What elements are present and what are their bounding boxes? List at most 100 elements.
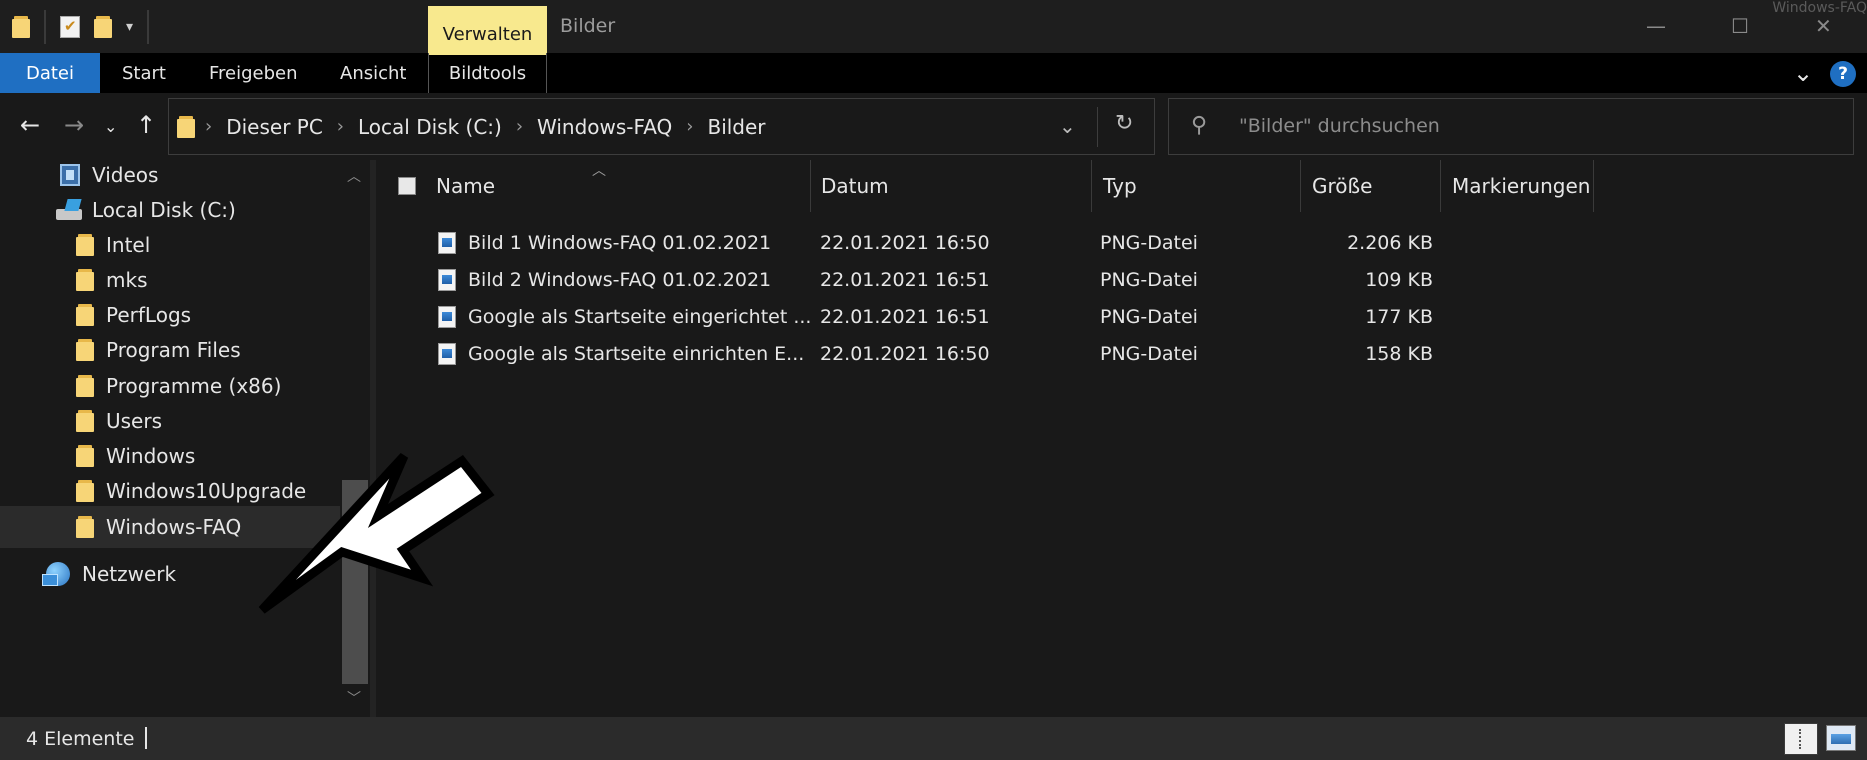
- folder-icon: [76, 339, 94, 361]
- status-bar: 4 Elemente: [0, 717, 1867, 760]
- recent-locations-chevron-icon[interactable]: ⌄: [104, 117, 117, 136]
- column-header-tags[interactable]: Markierungen: [1441, 160, 1594, 212]
- folder-icon: [76, 304, 94, 326]
- file-name-cell: Bild 1 Windows-FAQ 01.02.2021: [438, 224, 818, 261]
- scroll-down-chevron-icon[interactable]: ﹀: [347, 688, 361, 708]
- drive-icon: [56, 199, 84, 221]
- up-arrow-icon[interactable]: ↑: [136, 111, 156, 139]
- file-name: Google als Startseite eingerichtet ...: [468, 305, 812, 328]
- nav-item-label: Windows-FAQ: [106, 515, 242, 539]
- file-size: 177 KB: [1365, 305, 1433, 328]
- navigation-bar: ← → ⌄ ↑ › Dieser PC › Local Disk (C:) › …: [0, 93, 1867, 160]
- search-icon: ⚲: [1191, 113, 1208, 138]
- context-tab-verwalten[interactable]: Verwalten: [428, 6, 547, 53]
- file-name-cell: Google als Startseite eingerichtet ...: [438, 298, 818, 335]
- folder-icon: [76, 445, 94, 467]
- select-all-checkbox[interactable]: [398, 177, 416, 195]
- breadcrumb-item[interactable]: Bilder: [707, 115, 765, 139]
- breadcrumb-separator-icon[interactable]: ›: [686, 116, 693, 137]
- minimize-icon[interactable]: —: [1646, 14, 1666, 38]
- tab-datei[interactable]: Datei: [0, 53, 100, 93]
- customize-toolbar-chevron-icon[interactable]: ▾: [126, 19, 133, 35]
- tab-ansicht[interactable]: Ansicht: [340, 53, 406, 93]
- watermark: Windows-FAQ: [1772, 0, 1867, 16]
- column-header-type[interactable]: Typ: [1092, 160, 1301, 212]
- toolbar-separator: [147, 9, 150, 44]
- file-type: PNG-Datei: [1100, 231, 1198, 254]
- folder-icon: [76, 516, 94, 538]
- nav-item-label: Users: [106, 409, 163, 433]
- file-size: 158 KB: [1365, 342, 1433, 365]
- address-divider: [1097, 107, 1098, 147]
- file-date: 22.01.2021 16:51: [820, 305, 990, 328]
- forward-arrow-icon[interactable]: →: [64, 111, 84, 139]
- network-icon: [42, 562, 70, 586]
- expand-ribbon-chevron-icon[interactable]: ⌄: [1793, 59, 1813, 87]
- refresh-icon[interactable]: ↻: [1115, 111, 1133, 136]
- breadcrumb-separator-icon[interactable]: ›: [205, 116, 212, 137]
- file-date: 22.01.2021 16:50: [820, 342, 990, 365]
- nav-item-label: mks: [106, 268, 148, 292]
- breadcrumb-separator-icon[interactable]: ›: [516, 116, 523, 137]
- file-name-cell: Bild 2 Windows-FAQ 01.02.2021: [438, 261, 818, 298]
- search-input[interactable]: [1239, 111, 1839, 141]
- breadcrumb-item[interactable]: Dieser PC: [226, 115, 323, 139]
- file-type: PNG-Datei: [1100, 268, 1198, 291]
- file-name: Bild 2 Windows-FAQ 01.02.2021: [468, 268, 772, 291]
- list-header: ︿ Name Datum Typ Größe Markierungen: [376, 160, 1867, 212]
- folder-icon: [76, 410, 94, 432]
- column-header-size[interactable]: Größe: [1301, 160, 1441, 212]
- file-name-cell: Google als Startseite einrichten E...: [438, 335, 818, 372]
- help-icon[interactable]: ?: [1830, 61, 1856, 87]
- file-date: 22.01.2021 16:51: [820, 268, 990, 291]
- back-arrow-icon[interactable]: ←: [20, 111, 40, 139]
- column-header-name[interactable]: Name: [425, 160, 810, 212]
- scroll-up-chevron-icon[interactable]: ︿: [347, 166, 361, 186]
- folder-icon: [177, 116, 195, 138]
- close-icon[interactable]: ✕: [1815, 14, 1832, 38]
- folder-icon: [76, 269, 94, 291]
- tab-bildtools[interactable]: Bildtools: [428, 53, 547, 93]
- ribbon-tabs: Datei Start Freigeben Ansicht Bildtools …: [0, 53, 1867, 93]
- nav-item-label: Programme (x86): [106, 374, 282, 398]
- tab-start[interactable]: Start: [122, 53, 166, 93]
- table-row[interactable]: Google als Startseite eingerichtet ... 2…: [376, 298, 1867, 335]
- table-row[interactable]: Bild 2 Windows-FAQ 01.02.2021 22.01.2021…: [376, 261, 1867, 298]
- file-name: Google als Startseite einrichten E...: [468, 342, 805, 365]
- nav-item-label: Videos: [92, 163, 159, 187]
- details-view-icon[interactable]: [1784, 723, 1818, 755]
- window-title: Bilder: [560, 15, 616, 37]
- search-box[interactable]: ⚲: [1168, 98, 1854, 155]
- toolbar-separator: [44, 9, 46, 44]
- nav-item-label: Local Disk (C:): [92, 198, 236, 222]
- address-history-chevron-icon[interactable]: ⌄: [1059, 114, 1076, 138]
- properties-icon[interactable]: [60, 15, 80, 38]
- breadcrumb-item[interactable]: Local Disk (C:): [358, 115, 502, 139]
- column-header-date[interactable]: Datum: [810, 160, 1092, 212]
- table-row[interactable]: Bild 1 Windows-FAQ 01.02.2021 22.01.2021…: [376, 224, 1867, 261]
- folder-icon: [76, 234, 94, 256]
- folder-icon: [76, 480, 94, 502]
- annotation-arrow-icon: [258, 452, 495, 614]
- breadcrumb-item[interactable]: Windows-FAQ: [537, 115, 672, 139]
- breadcrumb: › Dieser PC › Local Disk (C:) › Windows-…: [205, 99, 766, 154]
- address-bar[interactable]: › Dieser PC › Local Disk (C:) › Windows-…: [168, 98, 1155, 155]
- png-file-icon: [438, 231, 456, 254]
- video-folder-icon: [60, 164, 80, 186]
- folder-icon[interactable]: [12, 15, 30, 38]
- table-row[interactable]: Google als Startseite einrichten E... 22…: [376, 335, 1867, 372]
- file-type: PNG-Datei: [1100, 305, 1198, 328]
- png-file-icon: [438, 268, 456, 291]
- status-divider: [145, 727, 147, 749]
- tab-freigeben[interactable]: Freigeben: [209, 53, 298, 93]
- file-size: 2.206 KB: [1347, 231, 1433, 254]
- maximize-icon[interactable]: ☐: [1731, 14, 1749, 38]
- breadcrumb-separator-icon[interactable]: ›: [337, 116, 344, 137]
- file-date: 22.01.2021 16:50: [820, 231, 990, 254]
- item-count: 4 Elemente: [26, 728, 135, 750]
- navpane-scrollbar[interactable]: ︿ ﹀: [340, 160, 370, 717]
- png-file-icon: [438, 305, 456, 328]
- nav-item-label: Intel: [106, 233, 151, 257]
- large-icons-view-icon[interactable]: [1826, 725, 1856, 751]
- new-folder-icon[interactable]: [94, 15, 112, 38]
